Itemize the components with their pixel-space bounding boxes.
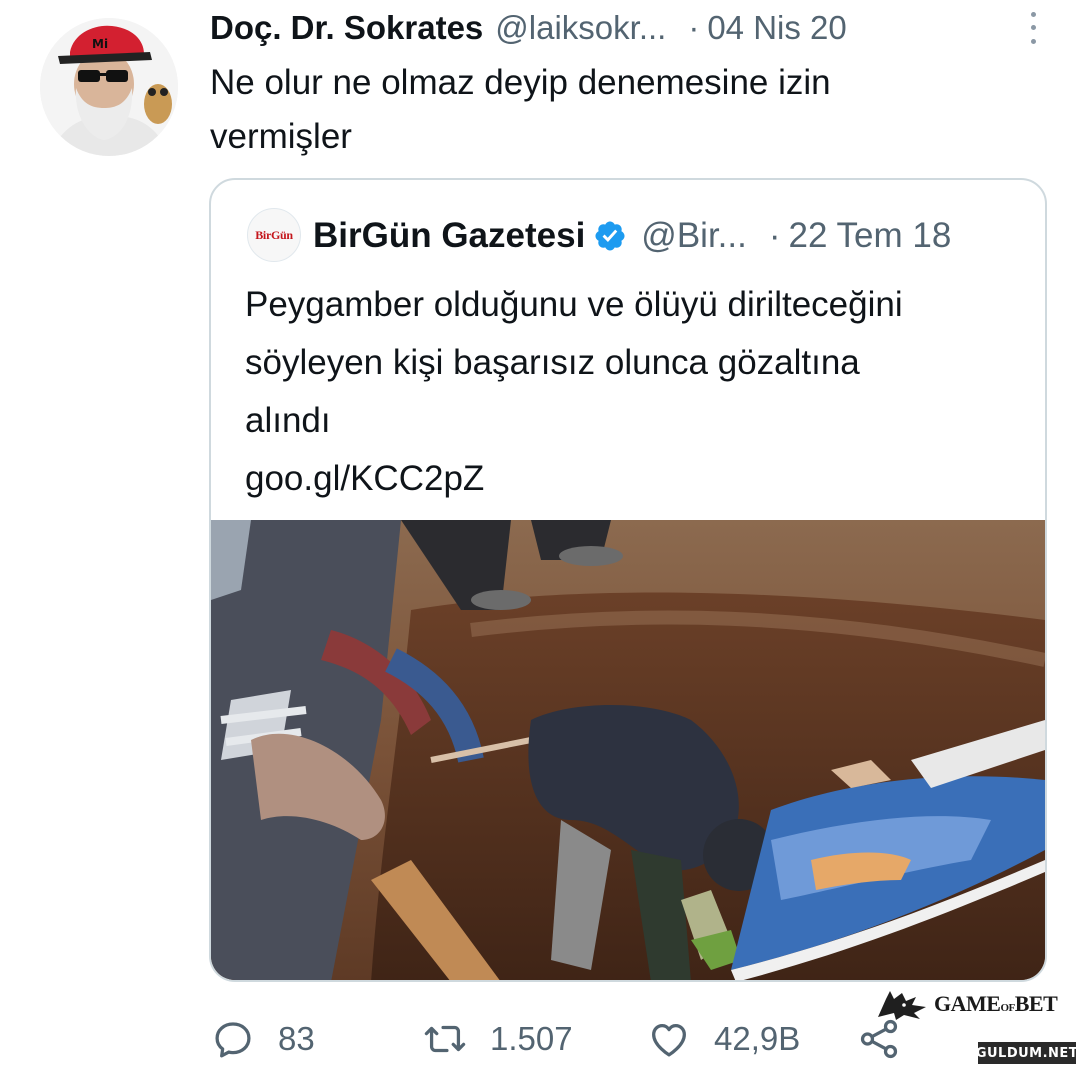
quote-author-name[interactable]: BirGün Gazetesi: [313, 216, 585, 256]
gameofbet-watermark: GAMEOFBET: [876, 984, 1066, 1024]
site-watermark: GULDUM.NET: [976, 1042, 1078, 1064]
quote-author-handle[interactable]: @Bir...: [641, 216, 747, 256]
like-count: 42,9B: [714, 1020, 801, 1057]
tweet-header: Doç. Dr. Sokrates @laiksokr... · 04 Nis …: [210, 6, 1040, 50]
quote-text: Peygamber olduğunu ve ölüyü dirilteceğin…: [245, 276, 1035, 508]
quote-author-avatar[interactable]: BirGün: [247, 208, 301, 262]
verified-badge-icon: [595, 221, 625, 251]
more-icon[interactable]: [1026, 8, 1040, 48]
like-button[interactable]: 42,9B: [646, 1010, 800, 1068]
grave-scene-photo: [211, 520, 1045, 980]
quote-date[interactable]: 22 Tem 18: [789, 216, 952, 256]
separator-dot: ·: [688, 9, 700, 46]
retweet-count: 1.507: [490, 1020, 573, 1057]
reply-count: 83: [278, 1020, 315, 1057]
reply-button[interactable]: 83: [210, 1010, 315, 1068]
tweet-text-line: Ne olur ne olmaz deyip denemesine izin: [210, 63, 831, 102]
tweet-date[interactable]: 04 Nis 20: [707, 9, 846, 47]
avatar-illustration: Mi: [40, 18, 178, 156]
watermark-brand: GAMEOFBET: [934, 991, 1058, 1016]
tweet-text: Ne olur ne olmaz deyip denemesine izin v…: [210, 56, 1040, 164]
wolf-head-icon: [878, 991, 926, 1020]
retweet-icon: [424, 1025, 466, 1053]
quote-link[interactable]: goo.gl/KCC2pZ: [245, 450, 1035, 508]
reply-icon: [215, 1022, 251, 1058]
author-avatar[interactable]: Mi: [40, 18, 178, 156]
heart-icon: [652, 1023, 686, 1057]
quote-text-line: alındı: [245, 401, 331, 440]
author-handle[interactable]: @laiksokr...: [495, 9, 666, 47]
tweet-action-bar: 83 1.507 42,9B: [210, 1010, 930, 1068]
quote-text-line: Peygamber olduğunu ve ölüyü dirilteceğin…: [245, 285, 903, 324]
quote-avatar-logo: BirGün: [255, 227, 293, 242]
svg-text:Mi: Mi: [92, 37, 108, 51]
separator-dot: ·: [768, 216, 781, 255]
quoted-tweet[interactable]: BirGün BirGün Gazetesi @Bir... · 22 Tem …: [209, 178, 1047, 982]
quote-header: BirGün Gazetesi @Bir... · 22 Tem 18: [313, 214, 1033, 258]
tweet-text-line: vermişler: [210, 117, 352, 156]
quote-text-line: söyleyen kişi başarısız olunca gözaltına: [245, 343, 860, 382]
quote-media-photo[interactable]: [211, 520, 1045, 980]
retweet-button[interactable]: 1.507: [422, 1010, 573, 1068]
author-name[interactable]: Doç. Dr. Sokrates: [210, 9, 483, 47]
